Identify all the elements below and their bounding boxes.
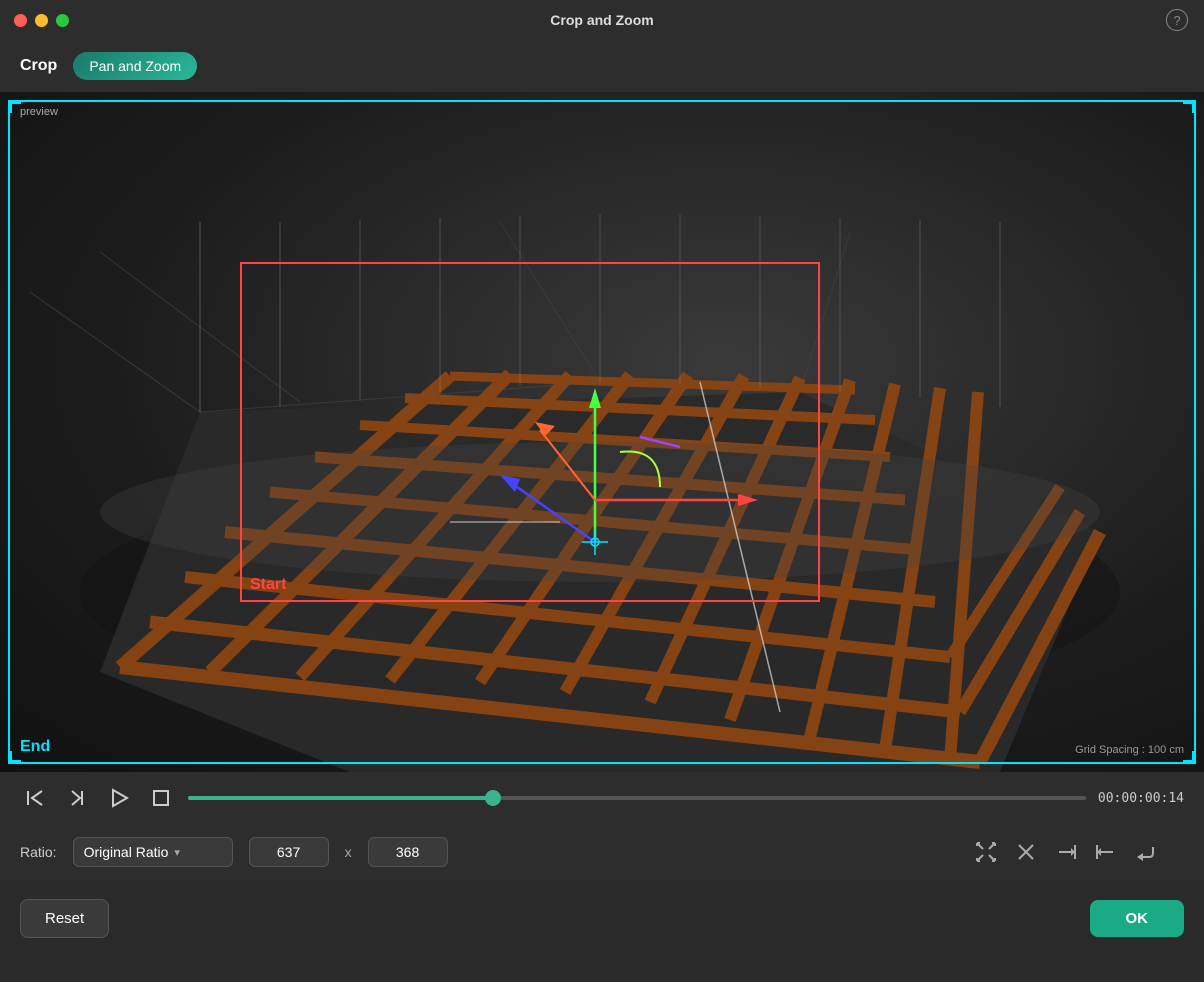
tab-crop[interactable]: Crop [20, 57, 57, 75]
title-bar: Crop and Zoom ? [0, 0, 1204, 40]
play-button[interactable] [104, 783, 134, 813]
timeline-track[interactable] [188, 796, 1086, 800]
toolbar: Crop Pan and Zoom [0, 40, 1204, 92]
icon-row [968, 834, 1164, 870]
trim-end-button[interactable] [1048, 834, 1084, 870]
return-icon-button[interactable] [1128, 834, 1164, 870]
timeline-thumb[interactable] [485, 790, 501, 806]
step-forward-button[interactable] [62, 783, 92, 813]
fit-icon-button[interactable] [968, 834, 1004, 870]
time-display: 00:00:00:14 [1098, 791, 1184, 806]
close-button[interactable] [14, 14, 27, 27]
window-title: Crop and Zoom [550, 12, 653, 28]
close-icon-button[interactable] [1008, 834, 1044, 870]
grid-spacing-label: Grid Spacing : 100 cm [1075, 744, 1184, 756]
stop-button[interactable] [146, 783, 176, 813]
width-input[interactable] [249, 837, 329, 867]
ratio-bar: Ratio: Original Ratio ▾ x [0, 824, 1204, 880]
trim-start-button[interactable] [1088, 834, 1124, 870]
reset-button[interactable]: Reset [20, 899, 109, 938]
timeline-fill [188, 796, 493, 800]
window-controls [14, 14, 69, 27]
minimize-button[interactable] [35, 14, 48, 27]
x-separator: x [345, 844, 352, 860]
height-input[interactable] [368, 837, 448, 867]
bottom-bar: Reset OK [0, 880, 1204, 956]
crop-end-label: End [20, 738, 50, 756]
ratio-select[interactable]: Original Ratio ▾ [73, 837, 233, 867]
playback-bar: 00:00:00:14 [0, 772, 1204, 824]
ratio-value: Original Ratio [84, 844, 169, 860]
ratio-label: Ratio: [20, 844, 57, 860]
preview-label: preview [20, 106, 58, 118]
scene-svg [0, 92, 1204, 772]
help-icon[interactable]: ? [1166, 9, 1188, 31]
video-area: Start preview End Grid Spacing : 100 cm [0, 92, 1204, 772]
ok-button[interactable]: OK [1090, 900, 1185, 937]
maximize-button[interactable] [56, 14, 69, 27]
chevron-down-icon: ▾ [174, 846, 180, 859]
rewind-button[interactable] [20, 783, 50, 813]
tab-pan-zoom[interactable]: Pan and Zoom [73, 52, 197, 80]
